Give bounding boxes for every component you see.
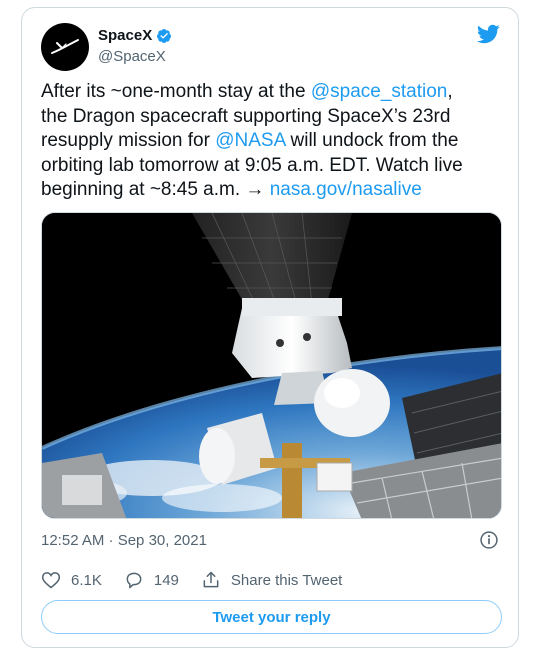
reply-bubble-icon bbox=[126, 572, 142, 589]
tweet-text-segment: After its ~one-month stay at the bbox=[41, 81, 311, 102]
tweet-text-segment: orbiting lab tomorrow at 9:05 a.m. EDT. … bbox=[41, 154, 463, 176]
tweet-line-3: resupply mission for @NASA will undock f… bbox=[41, 129, 503, 154]
spacex-logo-icon bbox=[51, 39, 79, 54]
share-button[interactable]: Share this Tweet bbox=[201, 570, 342, 590]
heart-icon bbox=[41, 572, 61, 589]
tweet-text-segment: beginning at ~8:45 a.m. → bbox=[41, 179, 270, 200]
share-icon bbox=[203, 571, 219, 588]
tweet-your-reply-button[interactable]: Tweet your reply bbox=[41, 600, 502, 634]
nasa-live-link[interactable]: nasa.gov/nasalive bbox=[270, 179, 422, 200]
tweet-card: SpaceX @SpaceX After its ~one-month stay… bbox=[21, 7, 519, 648]
tweet-timestamp[interactable]: 12:52 AM · Sep 30, 2021 bbox=[41, 532, 207, 549]
tweet-line-2: the Dragon spacecraft supporting SpaceX’… bbox=[41, 105, 503, 130]
info-icon[interactable] bbox=[479, 530, 499, 550]
tweet-line-4: orbiting lab tomorrow at 9:05 a.m. EDT. … bbox=[41, 154, 503, 179]
account-name[interactable]: SpaceX bbox=[98, 27, 172, 44]
tweet-text-segment: will undock from the bbox=[285, 130, 459, 151]
tweet-text: After its ~one-month stay at the @space_… bbox=[41, 80, 503, 203]
like-button[interactable]: 6.1K bbox=[41, 570, 102, 590]
reply-action-button[interactable]: 149 bbox=[124, 570, 179, 590]
verified-badge-icon bbox=[156, 28, 172, 44]
spacecraft-photo bbox=[42, 213, 501, 518]
account-name-text[interactable]: SpaceX bbox=[98, 27, 152, 44]
spacex-avatar[interactable] bbox=[41, 23, 89, 71]
like-count: 6.1K bbox=[71, 571, 102, 589]
tweet-actions: 6.1K 149 Share this Tweet bbox=[41, 570, 364, 590]
share-label: Share this Tweet bbox=[230, 571, 343, 589]
tweet-text-segment: the Dragon spacecraft supporting SpaceX’… bbox=[41, 105, 451, 127]
tweet-text-segment: resupply mission for bbox=[41, 130, 216, 151]
mention-space-station-link[interactable]: @space_station bbox=[311, 81, 448, 102]
account-handle[interactable]: @SpaceX bbox=[98, 48, 166, 65]
twitter-bird-icon[interactable] bbox=[476, 22, 500, 46]
reply-count: 149 bbox=[153, 571, 179, 589]
tweet-line-1: After its ~one-month stay at the @space_… bbox=[41, 80, 503, 105]
tweet-photo[interactable] bbox=[41, 212, 502, 519]
tweet-line-5: beginning at ~8:45 a.m. → nasa.gov/nasal… bbox=[41, 178, 503, 203]
mention-nasa-link[interactable]: @NASA bbox=[215, 130, 285, 151]
tweet-text-segment: , bbox=[447, 81, 453, 102]
